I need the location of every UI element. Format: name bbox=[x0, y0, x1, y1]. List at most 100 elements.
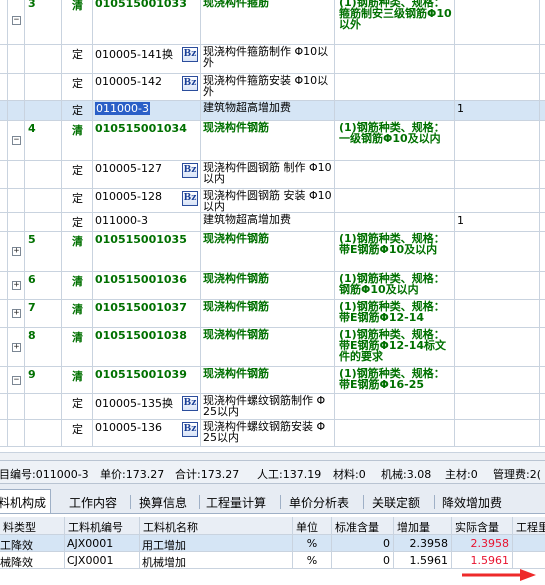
bz-standard-icon[interactable]: Bz bbox=[182, 47, 198, 62]
bill-item-row[interactable]: −3 清 010515001033 现浇构件箍筋 (1)钢筋种类、规格：箍筋制安三级钢筋… bbox=[0, 0, 545, 45]
bill-item-row[interactable]: −9 清 010515001039 现浇构件钢筋 (1)钢筋种类、规格：带E钢筋Φ16-… bbox=[0, 367, 545, 394]
item-code-cell[interactable]: 010515001038 bbox=[93, 328, 201, 366]
item-name-cell[interactable]: 现浇构件箍筋 bbox=[201, 0, 335, 44]
item-feature-cell[interactable] bbox=[335, 74, 455, 100]
resource-added-qty[interactable]: 1.5961 bbox=[394, 552, 452, 568]
resource-standard-qty[interactable]: 0 bbox=[332, 535, 394, 551]
item-feature-cell[interactable]: (1)钢筋种类、规格：带E钢筋Φ16-25 bbox=[335, 367, 455, 393]
col-header-added-qty[interactable]: 增加量 bbox=[394, 517, 452, 534]
item-name-cell[interactable]: 现浇构件钢筋 bbox=[201, 367, 335, 393]
bz-standard-icon[interactable]: Bz bbox=[182, 191, 198, 206]
item-code[interactable]: 011000-3 bbox=[95, 214, 148, 227]
item-feature-cell[interactable]: (1)钢筋种类、规格：带E钢筋Φ12-14标文件的要求 bbox=[335, 328, 455, 366]
resource-actual-qty[interactable]: 2.3958 bbox=[452, 535, 513, 551]
item-code-cell[interactable]: 010515001037 bbox=[93, 300, 201, 327]
item-quantity-cell[interactable] bbox=[455, 161, 540, 188]
item-name-cell[interactable]: 现浇构件钢筋 bbox=[201, 121, 335, 160]
bz-standard-icon[interactable]: Bz bbox=[182, 396, 198, 411]
bill-item-row[interactable]: +5 清 010515001035 现浇构件钢筋 (1)钢筋种类、规格：带E钢筋Φ10及… bbox=[0, 232, 545, 272]
tab-unit-price-analysis[interactable]: 单价分析表 bbox=[289, 491, 349, 513]
item-quantity-cell[interactable] bbox=[455, 0, 540, 44]
quota-item-row[interactable]: 定 010005-128 Bz 现浇构件圆钢筋 安装 Φ10以内 bbox=[0, 189, 545, 213]
item-code-cell[interactable]: 010515001036 bbox=[93, 272, 201, 299]
item-code[interactable]: 010005-135换 bbox=[95, 395, 173, 411]
item-quantity-cell[interactable] bbox=[455, 45, 540, 73]
item-code-cell[interactable]: 010005-128 Bz bbox=[93, 189, 201, 212]
item-code[interactable]: 011000-3 bbox=[95, 102, 150, 115]
col-header-project-qty[interactable]: 工程里 bbox=[513, 517, 545, 534]
quota-item-row[interactable]: 定 010005-141换 Bz 现浇构件箍筋制作 Φ10以外 bbox=[0, 45, 545, 74]
item-name-cell[interactable]: 现浇构件螺纹钢筋安装 Φ25以内 bbox=[201, 420, 335, 446]
quota-item-row[interactable]: 定 011000-3 建筑物超高增加费 1 bbox=[0, 101, 545, 121]
tab-work-content[interactable]: 工作内容 bbox=[69, 491, 117, 513]
col-header-type[interactable]: 料类型 bbox=[0, 517, 65, 534]
item-quantity-cell[interactable] bbox=[455, 272, 540, 299]
item-code[interactable]: 010515001036 bbox=[95, 273, 187, 286]
item-name-cell[interactable]: 现浇构件螺纹钢筋制作 Φ25以内 bbox=[201, 394, 335, 419]
bill-item-row[interactable]: +7 清 010515001037 现浇构件钢筋 (1)钢筋种类、规格：带E钢筋Φ12-… bbox=[0, 300, 545, 328]
item-quantity-cell[interactable] bbox=[455, 189, 540, 212]
item-quantity-cell[interactable] bbox=[455, 394, 540, 419]
item-code-cell[interactable]: 010005-142 Bz bbox=[93, 74, 201, 100]
col-header-unit[interactable]: 单位 bbox=[293, 517, 332, 534]
item-name-cell[interactable]: 现浇构件箍筋制作 Φ10以外 bbox=[201, 45, 335, 73]
tab-quantity-calc[interactable]: 工程量计算 bbox=[206, 491, 266, 513]
item-code[interactable]: 010005-128 bbox=[95, 190, 162, 203]
tab-conversion-info[interactable]: 换算信息 bbox=[139, 491, 187, 513]
resource-standard-qty[interactable]: 0 bbox=[332, 552, 394, 568]
item-code[interactable]: 010515001039 bbox=[95, 368, 187, 381]
item-name-cell[interactable]: 现浇构件钢筋 bbox=[201, 232, 335, 271]
item-feature-cell[interactable] bbox=[335, 161, 455, 188]
item-name-cell[interactable]: 现浇构件钢筋 bbox=[201, 300, 335, 327]
quota-item-row[interactable]: 定 010005-142 Bz 现浇构件箍筋安装 Φ10以外 bbox=[0, 74, 545, 101]
item-code-cell[interactable]: 010515001033 bbox=[93, 0, 201, 44]
item-quantity-cell[interactable]: 1 bbox=[455, 213, 540, 231]
tree-toggle-button[interactable]: − bbox=[12, 376, 21, 385]
item-code[interactable]: 010005-142 bbox=[95, 75, 162, 88]
tab-efficiency-fee[interactable]: 降效增加费 bbox=[442, 491, 502, 513]
item-feature-cell[interactable]: (1)钢筋种类、规格：带E钢筋Φ12-14 bbox=[335, 300, 455, 327]
item-code-cell[interactable]: 010005-127 Bz bbox=[93, 161, 201, 188]
tree-toggle-button[interactable]: + bbox=[12, 247, 21, 256]
item-quantity-cell[interactable] bbox=[455, 121, 540, 160]
item-code-cell[interactable]: 010005-135换 Bz bbox=[93, 394, 201, 419]
tree-toggle-button[interactable]: + bbox=[12, 281, 21, 290]
item-quantity-cell[interactable] bbox=[455, 420, 540, 446]
item-quantity-cell[interactable] bbox=[455, 300, 540, 327]
col-header-name[interactable]: 工料机名称 bbox=[140, 517, 293, 534]
item-feature-cell[interactable] bbox=[335, 101, 455, 120]
item-code-cell[interactable]: 010005-141换 Bz bbox=[93, 45, 201, 73]
bill-item-row[interactable]: +6 清 010515001036 现浇构件钢筋 (1)钢筋种类、规格：钢筋Φ10及以内 bbox=[0, 272, 545, 300]
item-code[interactable]: 010005-127 bbox=[95, 162, 162, 175]
item-feature-cell[interactable] bbox=[335, 420, 455, 446]
resource-actual-qty[interactable]: 1.5961 bbox=[452, 552, 513, 568]
item-name-cell[interactable]: 现浇构件钢筋 bbox=[201, 272, 335, 299]
item-code[interactable]: 010515001038 bbox=[95, 329, 187, 342]
tree-toggle-button[interactable]: + bbox=[12, 309, 21, 318]
item-feature-cell[interactable] bbox=[335, 45, 455, 73]
item-feature-cell[interactable] bbox=[335, 394, 455, 419]
quota-item-row[interactable]: 定 010005-135换 Bz 现浇构件螺纹钢筋制作 Φ25以内 bbox=[0, 394, 545, 420]
item-code[interactable]: 010515001035 bbox=[95, 233, 187, 246]
bill-grid[interactable]: −3 清 010515001033 现浇构件箍筋 (1)钢筋种类、规格：箍筋制安三级钢筋… bbox=[0, 0, 545, 452]
item-name-cell[interactable]: 建筑物超高增加费 bbox=[201, 213, 335, 231]
item-quantity-cell[interactable] bbox=[455, 232, 540, 271]
quota-item-row[interactable]: 定 010005-127 Bz 现浇构件圆钢筋 制作 Φ10以内 bbox=[0, 161, 545, 189]
item-code-cell[interactable]: 010515001035 bbox=[93, 232, 201, 271]
col-header-standard-qty[interactable]: 标准含量 bbox=[332, 517, 394, 534]
item-feature-cell[interactable] bbox=[335, 213, 455, 231]
tree-toggle-button[interactable]: + bbox=[12, 343, 21, 352]
bill-item-row[interactable]: +8 清 010515001038 现浇构件钢筋 (1)钢筋种类、规格：带E钢筋Φ12-… bbox=[0, 328, 545, 367]
item-code-cell[interactable]: 010005-136 Bz bbox=[93, 420, 201, 446]
col-header-code[interactable]: 工料机编号 bbox=[65, 517, 140, 534]
item-name-cell[interactable]: 现浇构件箍筋安装 Φ10以外 bbox=[201, 74, 335, 100]
bz-standard-icon[interactable]: Bz bbox=[182, 76, 198, 91]
item-code-cell[interactable]: 011000-3 bbox=[93, 213, 201, 231]
bz-standard-icon[interactable]: Bz bbox=[182, 163, 198, 178]
tree-toggle-button[interactable]: − bbox=[12, 16, 21, 25]
item-feature-cell[interactable]: (1)钢筋种类、规格：带E钢筋Φ10及以内 bbox=[335, 232, 455, 271]
item-name-cell[interactable]: 现浇构件钢筋 bbox=[201, 328, 335, 366]
tab-resource-composition[interactable]: 料机构成 bbox=[0, 489, 52, 513]
item-code[interactable]: 010515001034 bbox=[95, 122, 187, 135]
item-name-cell[interactable]: 现浇构件圆钢筋 制作 Φ10以内 bbox=[201, 161, 335, 188]
